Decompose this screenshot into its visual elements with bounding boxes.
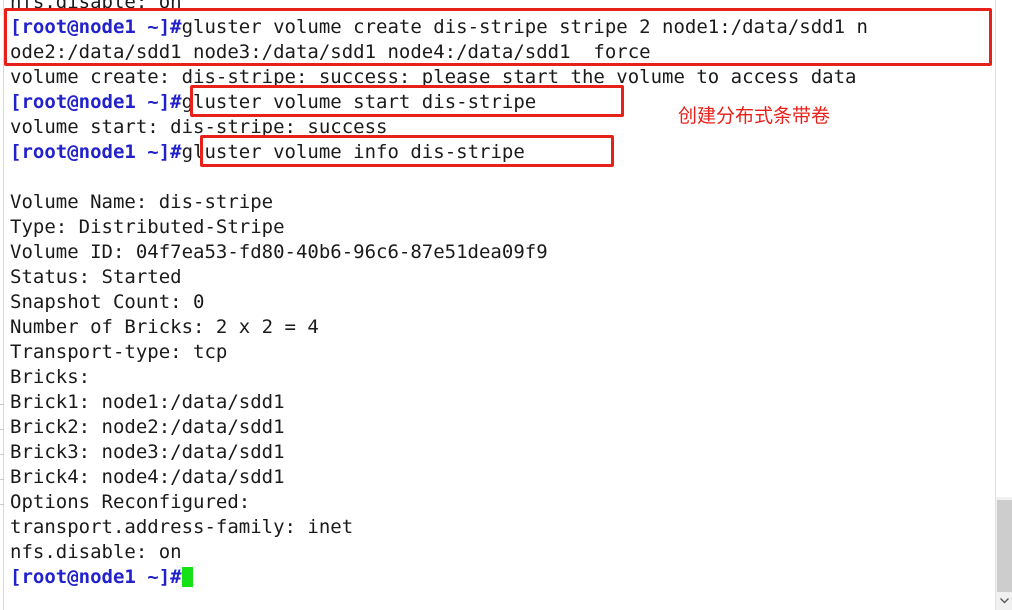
text-cursor xyxy=(181,567,193,587)
window-left-gutter xyxy=(0,0,4,610)
vertical-scrollbar[interactable] xyxy=(995,0,1012,610)
brick2-text: Brick2: node2:/data/sdd1 xyxy=(10,416,285,438)
line-brick2: Brick2: node2:/data/sdd1 xyxy=(10,415,990,440)
line-transport-type: Transport-type: tcp xyxy=(10,340,990,365)
terminal-output[interactable]: nfs.disable: on [root@node1 ~]#gluster v… xyxy=(10,0,990,590)
line-number-of-bricks: Number of Bricks: 2 x 2 = 4 xyxy=(10,315,990,340)
scroll-down-button[interactable] xyxy=(996,592,1012,610)
line-brick3: Brick3: node3:/data/sdd1 xyxy=(10,440,990,465)
line-brick4: Brick4: node4:/data/sdd1 xyxy=(10,465,990,490)
line-command-start: [root@node1 ~]#gluster volume start dis-… xyxy=(10,90,990,115)
annotation-chinese-note: 创建分布式条带卷 xyxy=(678,105,831,127)
scrollbar-thumb[interactable] xyxy=(997,500,1012,592)
brick3-text: Brick3: node3:/data/sdd1 xyxy=(10,441,285,463)
bricks-label-text: Bricks: xyxy=(10,366,91,388)
volume-status-text: Status: Started xyxy=(10,266,182,288)
command-start-text: gluster volume start dis-stripe xyxy=(181,91,537,113)
shell-prompt: [root@node1 ~]# xyxy=(10,16,182,38)
line-command-create: [root@node1 ~]#gluster volume create dis… xyxy=(10,15,990,40)
line-brick1: Brick1: node1:/data/sdd1 xyxy=(10,390,990,415)
transport-type-text: Transport-type: tcp xyxy=(10,341,228,363)
line-volume-id: Volume ID: 04f7ea53-fd80-40b6-96c6-87e51… xyxy=(10,240,990,265)
command-create-text: gluster volume create dis-stripe stripe … xyxy=(181,16,868,38)
line-volume-status: Status: Started xyxy=(10,265,990,290)
nfs-disable-text: nfs.disable: on xyxy=(10,541,182,563)
terminal-window: nfs.disable: on [root@node1 ~]#gluster v… xyxy=(0,0,1012,610)
line-nfs-disable: nfs.disable: on xyxy=(10,540,990,565)
command-info-text: gluster volume info dis-stripe xyxy=(181,141,525,163)
volume-type-text: Type: Distributed-Stripe xyxy=(10,216,285,238)
volume-name-text: Volume Name: dis-stripe xyxy=(10,191,274,213)
line-command-info: [root@node1 ~]#gluster volume info dis-s… xyxy=(10,140,990,165)
line-output-create: volume create: dis-stripe: success: plea… xyxy=(10,65,990,90)
shell-prompt: [root@node1 ~]# xyxy=(10,141,182,163)
command-create-wrap-text: ode2:/data/sdd1 node3:/data/sdd1 node4:/… xyxy=(10,41,651,63)
line-final-prompt: [root@node1 ~]# xyxy=(10,565,990,590)
line-output-start: volume start: dis-stripe: success xyxy=(10,115,990,140)
snapshot-count-text: Snapshot Count: 0 xyxy=(10,291,205,313)
shell-prompt: [root@node1 ~]# xyxy=(10,566,182,588)
line-blank xyxy=(10,165,990,190)
options-label-text: Options Reconfigured: xyxy=(10,491,251,513)
line-command-create-wrap: ode2:/data/sdd1 node3:/data/sdd1 node4:/… xyxy=(10,40,990,65)
chevron-down-icon xyxy=(1000,598,1009,604)
scrollbar-track[interactable] xyxy=(996,0,1012,497)
line-options-label: Options Reconfigured: xyxy=(10,490,990,515)
transport-address-family-text: transport.address-family: inet xyxy=(10,516,354,538)
number-of-bricks-text: Number of Bricks: 2 x 2 = 4 xyxy=(10,316,319,338)
volume-id-text: Volume ID: 04f7ea53-fd80-40b6-96c6-87e51… xyxy=(10,241,548,263)
line-volume-type: Type: Distributed-Stripe xyxy=(10,215,990,240)
line-transport-address-family: transport.address-family: inet xyxy=(10,515,990,540)
clipped-top-text: nfs.disable: on xyxy=(10,0,182,13)
line-clipped-top: nfs.disable: on xyxy=(10,0,990,15)
line-snapshot-count: Snapshot Count: 0 xyxy=(10,290,990,315)
output-start-text: volume start: dis-stripe: success xyxy=(10,116,388,138)
line-bricks-label: Bricks: xyxy=(10,365,990,390)
line-volume-name: Volume Name: dis-stripe xyxy=(10,190,990,215)
brick4-text: Brick4: node4:/data/sdd1 xyxy=(10,466,285,488)
brick1-text: Brick1: node1:/data/sdd1 xyxy=(10,391,285,413)
output-create-text: volume create: dis-stripe: success: plea… xyxy=(10,66,857,88)
shell-prompt: [root@node1 ~]# xyxy=(10,91,182,113)
